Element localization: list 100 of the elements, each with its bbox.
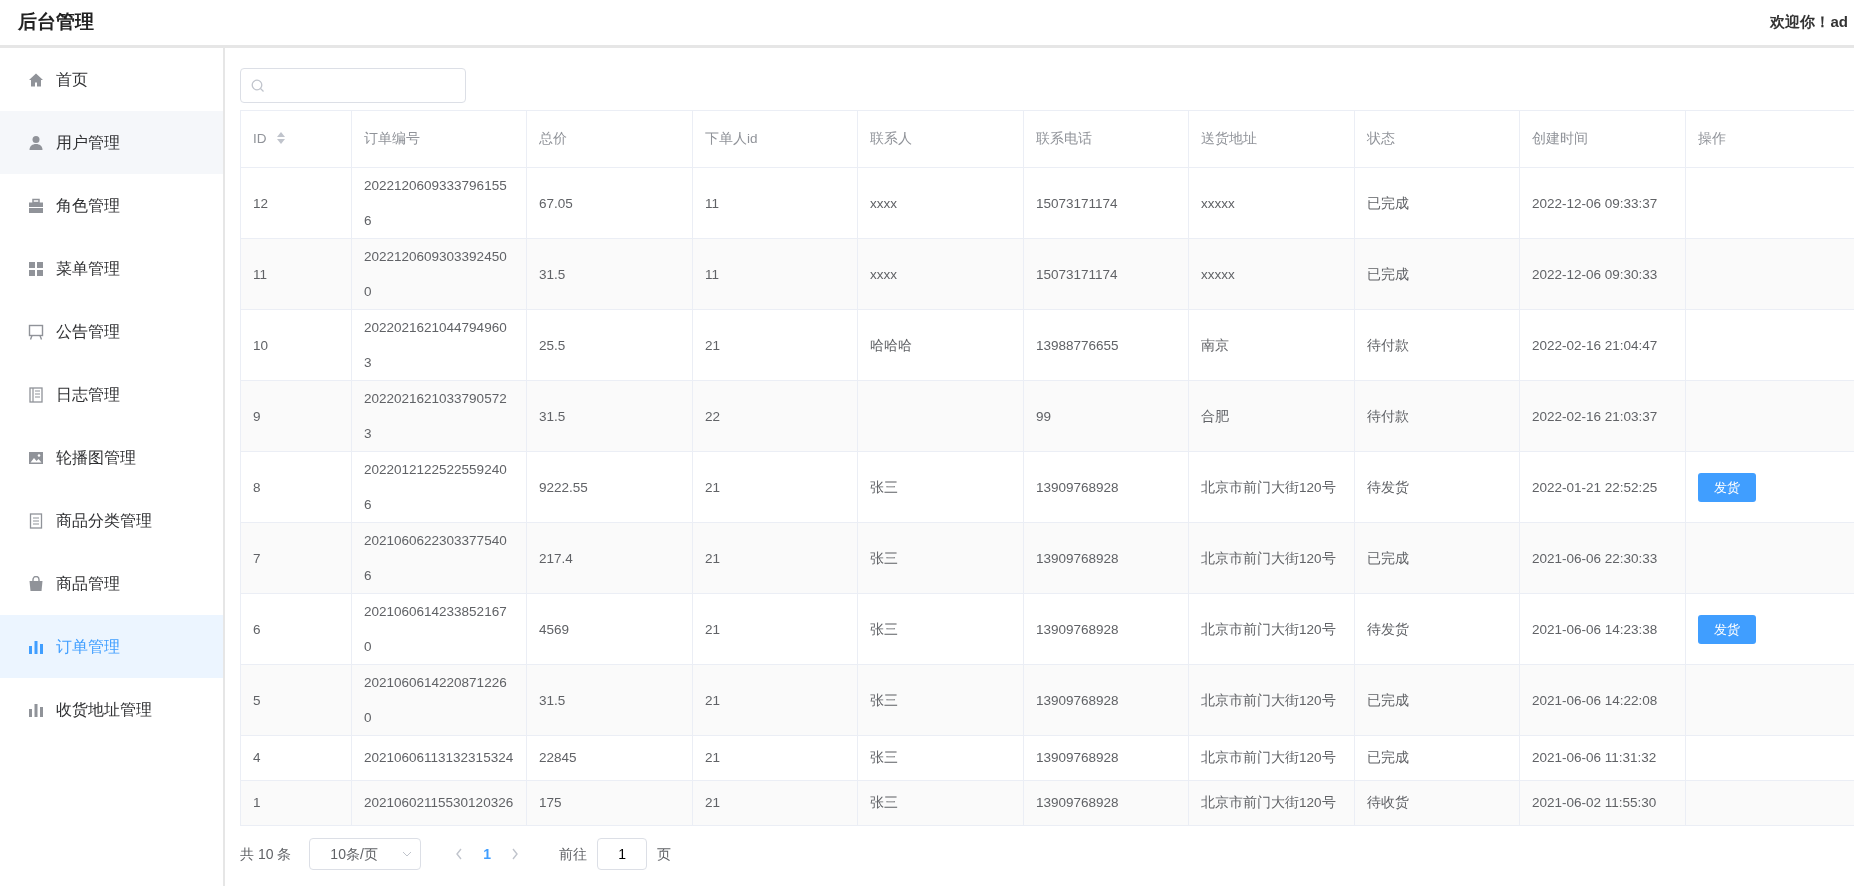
- table-cell-text: 20221206093337961556: [364, 177, 508, 230]
- column-header: 订单编号: [351, 110, 527, 168]
- table-cell: 175: [539, 795, 562, 810]
- sidebar-item[interactable]: 商品分类管理: [0, 489, 223, 552]
- sidebar-item[interactable]: 菜单管理: [0, 237, 223, 300]
- table-cell-text: 20210606142338521670: [364, 603, 508, 656]
- chevron-down-icon: [402, 851, 413, 857]
- sidebar-item[interactable]: 商品管理: [0, 552, 223, 615]
- table-cell-text: 20220216210447949603: [364, 319, 508, 372]
- table-cell: 20210602115530120326: [364, 795, 514, 810]
- table-cell: 21: [705, 621, 721, 637]
- app-title: 后台管理: [18, 10, 94, 35]
- total-count: 共 10 条: [240, 844, 292, 864]
- table-cell: 北京市前门大街120号: [1201, 750, 1336, 765]
- search-field[interactable]: [240, 68, 466, 103]
- table-cell: xxxxx: [1201, 195, 1235, 211]
- table-cell: 北京市前门大街120号: [1201, 692, 1336, 708]
- table-cell: 11: [705, 266, 719, 282]
- table-cell: 25.5: [539, 337, 566, 353]
- page-input[interactable]: 1: [597, 838, 648, 870]
- table-cell: 待收货: [1367, 795, 1409, 810]
- notebook-icon: [28, 386, 44, 403]
- table-cell: 已完成: [1367, 692, 1409, 708]
- table-cell: 21: [705, 750, 721, 765]
- table-cell: 2022-01-21 22:52:25: [1532, 479, 1658, 495]
- next-page-icon[interactable]: [511, 848, 520, 860]
- sidebar-item[interactable]: 轮播图管理: [0, 426, 223, 489]
- table-cell: 99: [1036, 408, 1052, 424]
- column-header: 送货地址: [1188, 110, 1355, 168]
- table-cell: 4569: [539, 621, 570, 637]
- table-cell: 合肥: [1201, 408, 1229, 424]
- table-cell: 2022-02-16 21:04:47: [1532, 337, 1658, 353]
- sidebar-item[interactable]: 用户管理: [0, 111, 223, 174]
- table-cell: 4: [253, 750, 261, 765]
- table-cell: 11: [705, 195, 719, 211]
- column-header: 下单人id: [692, 110, 858, 168]
- table-cell: 已完成: [1367, 195, 1409, 211]
- table-cell: 北京市前门大街120号: [1201, 621, 1336, 637]
- goto-label: 前往: [559, 844, 588, 864]
- table-cell: 13988776655: [1036, 337, 1119, 353]
- sidebar-item[interactable]: 首页: [0, 48, 223, 111]
- search-icon: [251, 78, 265, 93]
- table-cell: 6: [253, 621, 261, 637]
- table-cell: 21: [705, 479, 721, 495]
- previous-page-icon[interactable]: [455, 848, 464, 860]
- table-cell: 31.5: [539, 692, 566, 708]
- welcome-text: 欢迎你！ad: [1770, 12, 1848, 33]
- table-cell: 21: [705, 550, 721, 566]
- briefcase-icon: [28, 197, 44, 214]
- table-cell: 67.05: [539, 195, 573, 211]
- table-cell: 31.5: [539, 408, 566, 424]
- column-header: 状态: [1354, 110, 1520, 168]
- table-cell: 5: [253, 692, 261, 708]
- table-cell: 待付款: [1367, 337, 1409, 353]
- table-cell: 待发货: [1367, 479, 1409, 495]
- table-cell-text: 20220121225225592406: [364, 461, 508, 514]
- table-cell: 已完成: [1367, 750, 1409, 765]
- table-cell: 张三: [870, 795, 898, 810]
- page-unit-label: 页: [657, 844, 672, 864]
- table-cell: 10: [253, 337, 269, 353]
- table-cell: 2021-06-06 14:22:08: [1532, 692, 1658, 708]
- sidebar-item[interactable]: 收货地址管理: [0, 678, 223, 741]
- sidebar-item[interactable]: 日志管理: [0, 363, 223, 426]
- table-cell: 217.4: [539, 550, 573, 566]
- home-icon: [28, 71, 44, 88]
- column-header: 联系电话: [1023, 110, 1189, 168]
- sort-icon[interactable]: [276, 130, 287, 145]
- table-cell: 13909768928: [1036, 479, 1119, 495]
- table-cell: 7: [253, 550, 261, 566]
- table-cell: 21: [705, 795, 721, 810]
- table-cell: 2021-06-06 11:31:32: [1532, 750, 1657, 765]
- table-cell: 南京: [1201, 337, 1229, 353]
- table-cell: 待付款: [1367, 408, 1409, 424]
- sidebar-item[interactable]: 角色管理: [0, 174, 223, 237]
- table-cell: 13909768928: [1036, 750, 1119, 765]
- table-cell: 31.5: [539, 266, 566, 282]
- table-cell: 8: [253, 479, 261, 495]
- table-cell: 2022-12-06 09:33:37: [1532, 195, 1658, 211]
- bag-icon: [28, 575, 44, 592]
- sidebar-item[interactable]: 公告管理: [0, 300, 223, 363]
- table-cell: 21: [705, 692, 721, 708]
- table-cell: 2021-06-02 11:55:30: [1532, 795, 1657, 810]
- table-cell: 张三: [870, 621, 898, 637]
- table-cell: 13909768928: [1036, 692, 1119, 708]
- page-size-select[interactable]: 10条/页: [309, 838, 422, 870]
- table-cell: 2021-06-06 14:23:38: [1532, 621, 1658, 637]
- table-cell: 12: [253, 195, 269, 211]
- table-cell-text: 20220216210337905723: [364, 390, 508, 443]
- table-cell: 张三: [870, 692, 898, 708]
- table-cell: 2021-06-06 22:30:33: [1532, 550, 1658, 566]
- table-cell: 已完成: [1367, 550, 1409, 566]
- table-cell-text: 20210606142208712260: [364, 674, 508, 727]
- table-cell: 22: [705, 408, 721, 424]
- table-cell: 15073171174: [1036, 195, 1118, 211]
- table-cell: 张三: [870, 750, 898, 765]
- table-cell: xxxxx: [1201, 266, 1235, 282]
- table-cell: 张三: [870, 479, 898, 495]
- image-icon: [28, 449, 44, 466]
- table-cell: 已完成: [1367, 266, 1409, 282]
- table-cell: 北京市前门大街120号: [1201, 550, 1336, 566]
